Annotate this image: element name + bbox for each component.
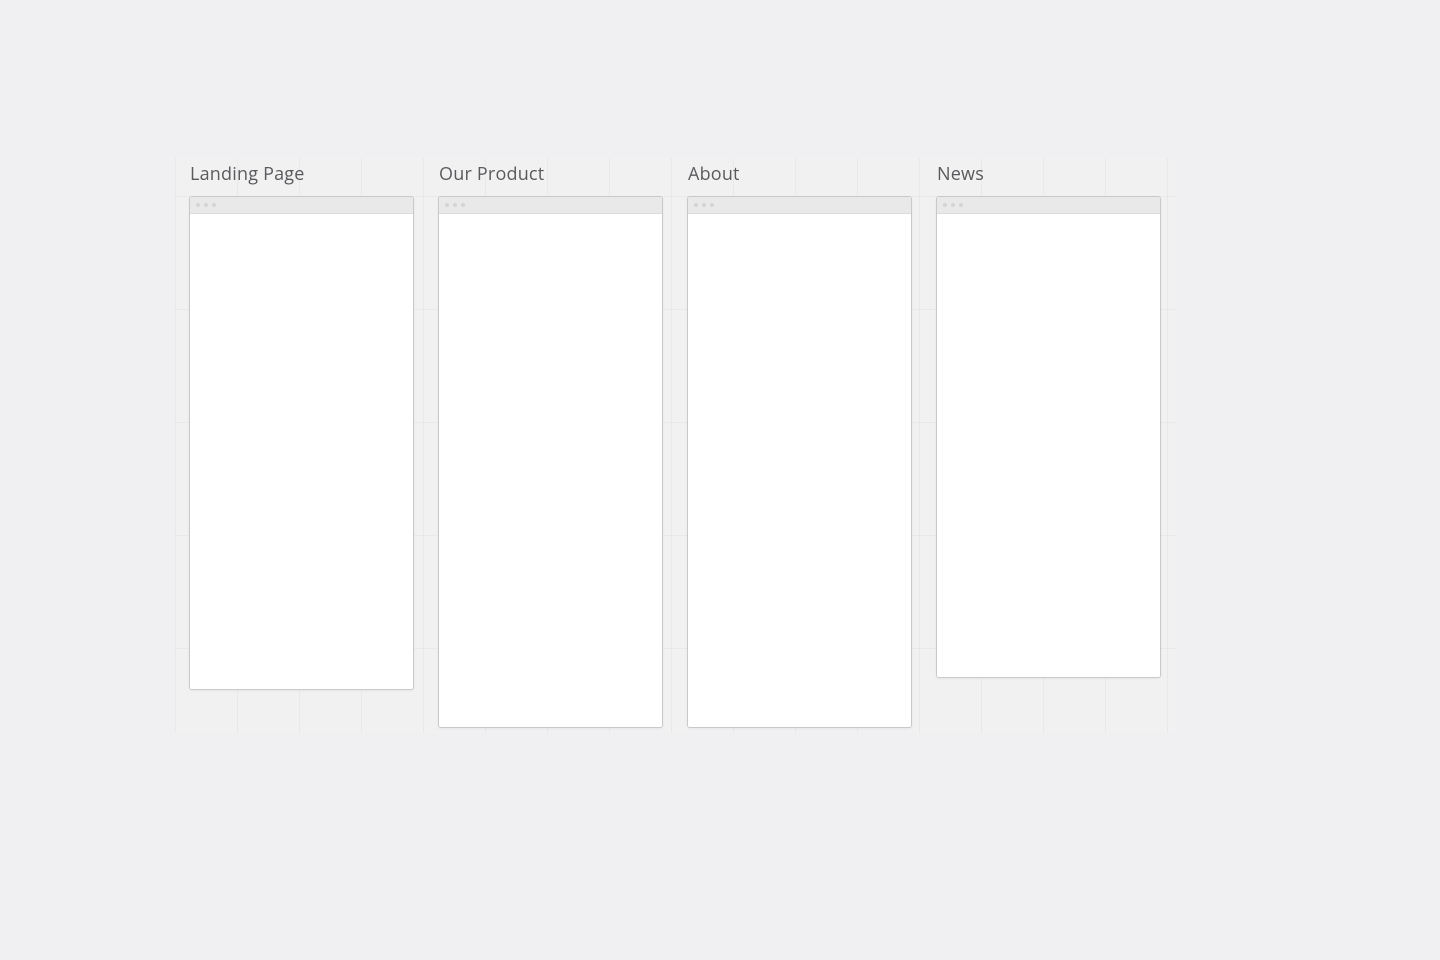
- browser-frame[interactable]: [687, 196, 912, 728]
- panel-title: News: [936, 162, 1161, 196]
- window-dot-icon: [204, 203, 208, 207]
- window-dot-icon: [196, 203, 200, 207]
- browser-titlebar: [688, 197, 911, 214]
- window-dot-icon: [694, 203, 698, 207]
- browser-frame[interactable]: [936, 196, 1161, 678]
- window-dot-icon: [445, 203, 449, 207]
- browser-frame[interactable]: [189, 196, 414, 690]
- window-dot-icon: [959, 203, 963, 207]
- panel-title: Our Product: [438, 162, 663, 196]
- panel-title: Landing Page: [189, 162, 414, 196]
- browser-canvas[interactable]: [688, 214, 911, 727]
- window-dot-icon: [461, 203, 465, 207]
- browser-canvas[interactable]: [937, 214, 1160, 677]
- panel-our-product: Our Product: [438, 162, 663, 728]
- design-board[interactable]: Landing Page Our Product: [175, 158, 1175, 733]
- browser-frame[interactable]: [438, 196, 663, 728]
- panel-landing-page: Landing Page: [189, 162, 414, 728]
- panel-about: About: [687, 162, 912, 728]
- browser-titlebar: [937, 197, 1160, 214]
- browser-titlebar: [190, 197, 413, 214]
- panel-title: About: [687, 162, 912, 196]
- window-dot-icon: [710, 203, 714, 207]
- window-dot-icon: [702, 203, 706, 207]
- browser-titlebar: [439, 197, 662, 214]
- window-dot-icon: [212, 203, 216, 207]
- panels-row: Landing Page Our Product: [189, 162, 1161, 728]
- window-dot-icon: [951, 203, 955, 207]
- browser-canvas[interactable]: [190, 214, 413, 689]
- panel-news: News: [936, 162, 1161, 728]
- browser-canvas[interactable]: [439, 214, 662, 727]
- window-dot-icon: [943, 203, 947, 207]
- window-dot-icon: [453, 203, 457, 207]
